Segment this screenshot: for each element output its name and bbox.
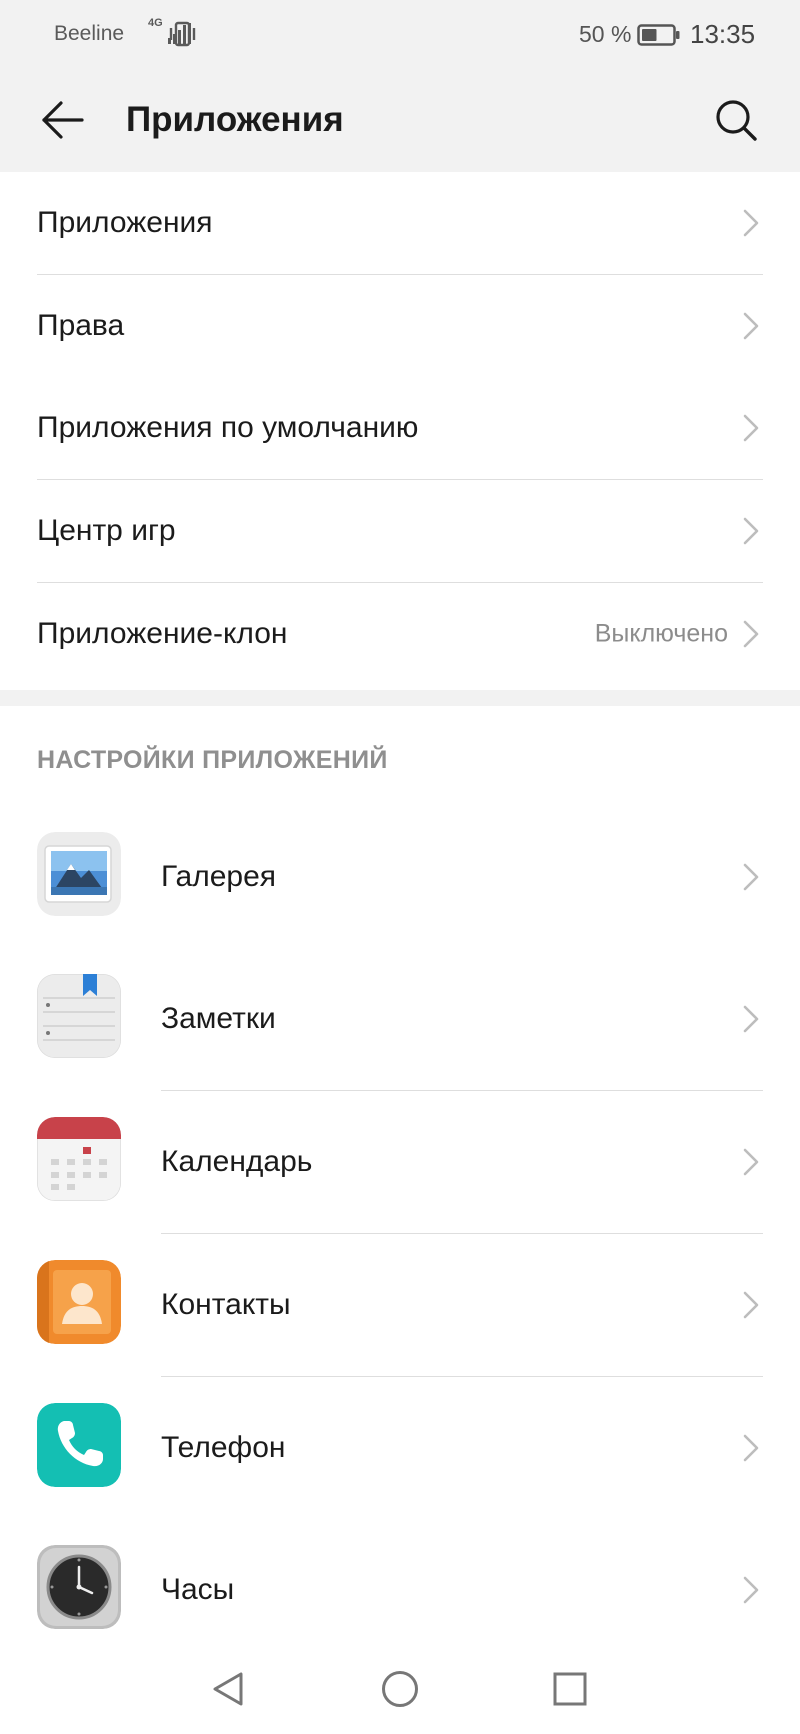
menu-item-game-center[interactable]: Центр игр <box>0 480 800 582</box>
chevron-right-icon <box>743 1291 759 1319</box>
nav-back-button[interactable] <box>206 1666 252 1712</box>
app-settings-list: Галерея Заметки Календарь Контакты Телеф… <box>0 806 800 1661</box>
phone-icon <box>37 1403 121 1487</box>
search-button[interactable] <box>706 90 766 150</box>
menu-item-permissions[interactable]: Права <box>0 275 800 377</box>
header-area: Beeline 4G 50 % 13:35 Приложения <box>0 0 800 172</box>
carrier-name: Beeline <box>54 22 125 45</box>
chevron-right-icon <box>743 312 759 340</box>
app-item-label: Телефон <box>161 1431 286 1464</box>
menu-item-default-apps[interactable]: Приложения по умолчанию <box>0 377 800 479</box>
app-item-calendar[interactable]: Календарь <box>0 1091 800 1233</box>
section-gap <box>0 690 800 706</box>
chevron-right-icon <box>743 863 759 891</box>
chevron-right-icon <box>743 209 759 237</box>
nav-home-button[interactable] <box>377 1666 423 1712</box>
arrow-left-icon <box>42 101 84 139</box>
chevron-right-icon <box>743 1005 759 1033</box>
page-title: Приложения <box>126 100 344 139</box>
chevron-right-icon <box>743 517 759 545</box>
app-item-label: Часы <box>161 1573 235 1606</box>
app-item-label: Контакты <box>161 1288 291 1321</box>
battery-percent: 50 % <box>579 21 632 47</box>
search-icon <box>716 100 757 141</box>
menu-item-label: Центр игр <box>37 514 176 547</box>
app-item-contacts[interactable]: Контакты <box>0 1234 800 1376</box>
apps-menu-list: Приложения Права Приложения по умолчанию… <box>0 172 800 685</box>
network-type: 4G <box>148 17 163 29</box>
menu-item-label: Права <box>37 309 125 342</box>
back-button[interactable] <box>32 90 92 150</box>
nav-back-icon <box>213 1672 243 1706</box>
nav-home-icon <box>382 1671 418 1707</box>
app-item-label: Заметки <box>161 1002 276 1035</box>
calendar-icon <box>37 1117 121 1201</box>
app-item-label: Галерея <box>161 860 277 893</box>
app-twin-status: Выключено <box>594 619 728 648</box>
chevron-right-icon <box>743 1576 759 1604</box>
app-item-gallery[interactable]: Галерея <box>0 806 800 948</box>
app-bar: Приложения <box>0 70 800 172</box>
status-bar: Beeline 4G 50 % 13:35 <box>0 0 800 70</box>
menu-item-label: Приложения по умолчанию <box>37 411 419 444</box>
vibrate-icon <box>169 21 196 47</box>
app-item-notes[interactable]: Заметки <box>0 948 800 1090</box>
menu-item-label: Приложения <box>37 206 213 239</box>
chevron-right-icon <box>743 1434 759 1462</box>
contacts-icon <box>37 1260 121 1344</box>
navigation-bar <box>0 1644 800 1734</box>
nav-recents-button[interactable] <box>547 1666 593 1712</box>
notes-icon <box>37 974 121 1058</box>
status-time: 13:35 <box>690 19 756 49</box>
nav-recents-icon <box>553 1672 587 1706</box>
app-item-phone[interactable]: Телефон <box>0 1377 800 1519</box>
app-item-label: Календарь <box>161 1145 313 1178</box>
chevron-right-icon <box>743 414 759 442</box>
clock-icon <box>37 1545 121 1629</box>
menu-item-apps[interactable]: Приложения <box>0 172 800 274</box>
chevron-right-icon <box>743 620 759 648</box>
battery-icon <box>637 24 680 46</box>
gallery-icon <box>37 832 121 916</box>
section-title-app-settings: НАСТРОЙКИ ПРИЛОЖЕНИЙ <box>37 746 388 774</box>
app-item-clock[interactable]: Часы <box>0 1519 800 1661</box>
chevron-right-icon <box>743 1148 759 1176</box>
menu-item-app-twin[interactable]: Приложение-клон Выключено <box>0 583 800 685</box>
menu-item-label: Приложение-клон <box>37 617 288 650</box>
